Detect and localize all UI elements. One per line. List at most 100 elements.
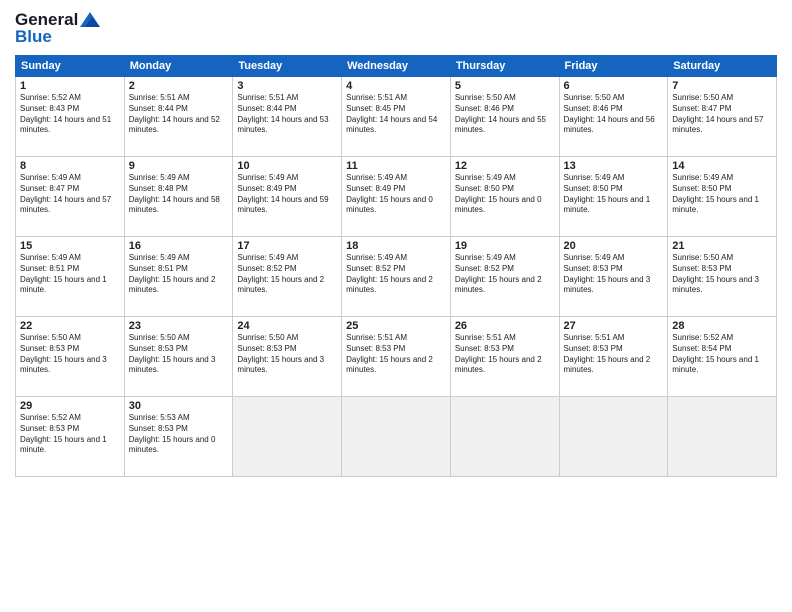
day-number: 14 (672, 160, 772, 172)
weekday-header: Saturday (668, 56, 777, 77)
calendar-day-cell: 12Sunrise: 5:49 AMSunset: 8:50 PMDayligh… (450, 157, 559, 237)
logo-icon (80, 12, 100, 27)
day-number: 8 (20, 160, 120, 172)
calendar-day-cell: 13Sunrise: 5:49 AMSunset: 8:50 PMDayligh… (559, 157, 668, 237)
calendar-week-row: 1Sunrise: 5:52 AMSunset: 8:43 PMDaylight… (16, 77, 777, 157)
calendar-day-cell (559, 397, 668, 477)
day-info: Sunrise: 5:51 AMSunset: 8:53 PMDaylight:… (346, 333, 446, 376)
weekday-header: Wednesday (342, 56, 451, 77)
calendar-day-cell: 11Sunrise: 5:49 AMSunset: 8:49 PMDayligh… (342, 157, 451, 237)
calendar-day-cell: 18Sunrise: 5:49 AMSunset: 8:52 PMDayligh… (342, 237, 451, 317)
calendar-day-cell: 1Sunrise: 5:52 AMSunset: 8:43 PMDaylight… (16, 77, 125, 157)
weekday-header: Sunday (16, 56, 125, 77)
day-number: 22 (20, 320, 120, 332)
calendar-week-row: 29Sunrise: 5:52 AMSunset: 8:53 PMDayligh… (16, 397, 777, 477)
calendar-day-cell: 6Sunrise: 5:50 AMSunset: 8:46 PMDaylight… (559, 77, 668, 157)
day-info: Sunrise: 5:49 AMSunset: 8:49 PMDaylight:… (346, 173, 446, 216)
calendar-week-row: 8Sunrise: 5:49 AMSunset: 8:47 PMDaylight… (16, 157, 777, 237)
calendar-day-cell: 24Sunrise: 5:50 AMSunset: 8:53 PMDayligh… (233, 317, 342, 397)
calendar-day-cell (668, 397, 777, 477)
calendar-day-cell: 8Sunrise: 5:49 AMSunset: 8:47 PMDaylight… (16, 157, 125, 237)
day-number: 6 (564, 80, 664, 92)
day-info: Sunrise: 5:50 AMSunset: 8:53 PMDaylight:… (672, 253, 772, 296)
day-number: 27 (564, 320, 664, 332)
weekday-header: Monday (124, 56, 233, 77)
calendar-day-cell: 4Sunrise: 5:51 AMSunset: 8:45 PMDaylight… (342, 77, 451, 157)
day-info: Sunrise: 5:49 AMSunset: 8:48 PMDaylight:… (129, 173, 229, 216)
day-info: Sunrise: 5:49 AMSunset: 8:51 PMDaylight:… (129, 253, 229, 296)
day-info: Sunrise: 5:50 AMSunset: 8:53 PMDaylight:… (20, 333, 120, 376)
day-info: Sunrise: 5:49 AMSunset: 8:50 PMDaylight:… (672, 173, 772, 216)
day-number: 5 (455, 80, 555, 92)
day-info: Sunrise: 5:49 AMSunset: 8:49 PMDaylight:… (237, 173, 337, 216)
day-info: Sunrise: 5:53 AMSunset: 8:53 PMDaylight:… (129, 413, 229, 456)
calendar-day-cell: 2Sunrise: 5:51 AMSunset: 8:44 PMDaylight… (124, 77, 233, 157)
header: General Blue (15, 10, 777, 47)
logo-blue: Blue (15, 27, 52, 47)
calendar-body: 1Sunrise: 5:52 AMSunset: 8:43 PMDaylight… (16, 77, 777, 477)
day-info: Sunrise: 5:49 AMSunset: 8:52 PMDaylight:… (237, 253, 337, 296)
day-info: Sunrise: 5:51 AMSunset: 8:44 PMDaylight:… (129, 93, 229, 136)
day-number: 1 (20, 80, 120, 92)
day-number: 28 (672, 320, 772, 332)
day-info: Sunrise: 5:49 AMSunset: 8:53 PMDaylight:… (564, 253, 664, 296)
day-info: Sunrise: 5:49 AMSunset: 8:47 PMDaylight:… (20, 173, 120, 216)
day-number: 2 (129, 80, 229, 92)
day-info: Sunrise: 5:50 AMSunset: 8:47 PMDaylight:… (672, 93, 772, 136)
day-number: 23 (129, 320, 229, 332)
day-info: Sunrise: 5:49 AMSunset: 8:50 PMDaylight:… (455, 173, 555, 216)
day-number: 16 (129, 240, 229, 252)
day-info: Sunrise: 5:49 AMSunset: 8:50 PMDaylight:… (564, 173, 664, 216)
day-number: 26 (455, 320, 555, 332)
page: General Blue SundayMondayTuesdayWednesda… (0, 0, 792, 612)
calendar-day-cell: 15Sunrise: 5:49 AMSunset: 8:51 PMDayligh… (16, 237, 125, 317)
weekday-header: Friday (559, 56, 668, 77)
day-number: 19 (455, 240, 555, 252)
day-number: 24 (237, 320, 337, 332)
day-number: 17 (237, 240, 337, 252)
calendar-day-cell: 29Sunrise: 5:52 AMSunset: 8:53 PMDayligh… (16, 397, 125, 477)
day-info: Sunrise: 5:50 AMSunset: 8:46 PMDaylight:… (455, 93, 555, 136)
calendar-day-cell: 27Sunrise: 5:51 AMSunset: 8:53 PMDayligh… (559, 317, 668, 397)
calendar-day-cell: 7Sunrise: 5:50 AMSunset: 8:47 PMDaylight… (668, 77, 777, 157)
day-info: Sunrise: 5:49 AMSunset: 8:52 PMDaylight:… (346, 253, 446, 296)
calendar-day-cell (233, 397, 342, 477)
calendar-table: SundayMondayTuesdayWednesdayThursdayFrid… (15, 55, 777, 477)
day-number: 20 (564, 240, 664, 252)
day-info: Sunrise: 5:52 AMSunset: 8:54 PMDaylight:… (672, 333, 772, 376)
calendar-day-cell: 30Sunrise: 5:53 AMSunset: 8:53 PMDayligh… (124, 397, 233, 477)
calendar-day-cell: 3Sunrise: 5:51 AMSunset: 8:44 PMDaylight… (233, 77, 342, 157)
calendar-day-cell: 5Sunrise: 5:50 AMSunset: 8:46 PMDaylight… (450, 77, 559, 157)
day-number: 7 (672, 80, 772, 92)
calendar-day-cell: 14Sunrise: 5:49 AMSunset: 8:50 PMDayligh… (668, 157, 777, 237)
calendar-day-cell: 21Sunrise: 5:50 AMSunset: 8:53 PMDayligh… (668, 237, 777, 317)
day-number: 13 (564, 160, 664, 172)
day-info: Sunrise: 5:49 AMSunset: 8:52 PMDaylight:… (455, 253, 555, 296)
calendar-day-cell: 22Sunrise: 5:50 AMSunset: 8:53 PMDayligh… (16, 317, 125, 397)
day-number: 15 (20, 240, 120, 252)
day-number: 25 (346, 320, 446, 332)
day-number: 12 (455, 160, 555, 172)
calendar-week-row: 15Sunrise: 5:49 AMSunset: 8:51 PMDayligh… (16, 237, 777, 317)
calendar-day-cell: 19Sunrise: 5:49 AMSunset: 8:52 PMDayligh… (450, 237, 559, 317)
calendar-day-cell: 25Sunrise: 5:51 AMSunset: 8:53 PMDayligh… (342, 317, 451, 397)
logo: General Blue (15, 10, 100, 47)
day-info: Sunrise: 5:50 AMSunset: 8:53 PMDaylight:… (237, 333, 337, 376)
day-number: 30 (129, 400, 229, 412)
day-number: 3 (237, 80, 337, 92)
calendar-day-cell (342, 397, 451, 477)
weekday-header: Tuesday (233, 56, 342, 77)
calendar-day-cell (450, 397, 559, 477)
day-number: 4 (346, 80, 446, 92)
day-info: Sunrise: 5:51 AMSunset: 8:44 PMDaylight:… (237, 93, 337, 136)
weekday-header: Thursday (450, 56, 559, 77)
calendar-day-cell: 10Sunrise: 5:49 AMSunset: 8:49 PMDayligh… (233, 157, 342, 237)
day-info: Sunrise: 5:52 AMSunset: 8:43 PMDaylight:… (20, 93, 120, 136)
day-info: Sunrise: 5:49 AMSunset: 8:51 PMDaylight:… (20, 253, 120, 296)
day-info: Sunrise: 5:51 AMSunset: 8:53 PMDaylight:… (564, 333, 664, 376)
day-number: 11 (346, 160, 446, 172)
calendar-day-cell: 23Sunrise: 5:50 AMSunset: 8:53 PMDayligh… (124, 317, 233, 397)
day-number: 9 (129, 160, 229, 172)
day-info: Sunrise: 5:52 AMSunset: 8:53 PMDaylight:… (20, 413, 120, 456)
day-number: 21 (672, 240, 772, 252)
